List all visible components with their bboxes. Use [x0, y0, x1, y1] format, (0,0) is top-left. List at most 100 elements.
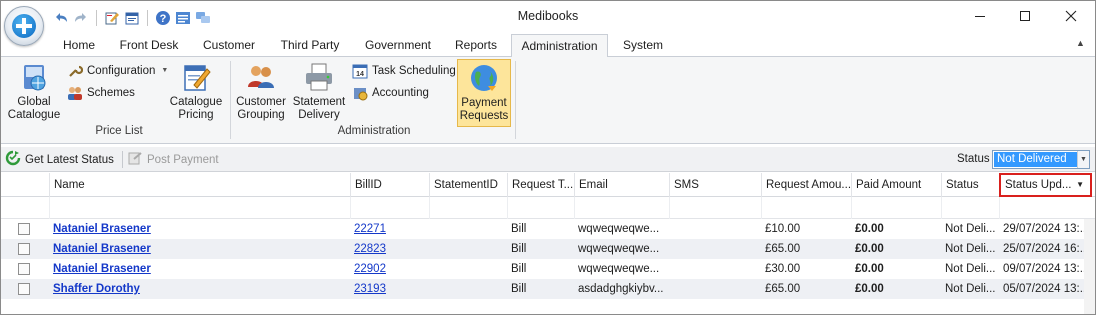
table-row[interactable]: Shaffer Dorothy 23193 Bill asdadghgkiybv… [1, 279, 1095, 299]
collapse-ribbon-icon[interactable]: ▲ [1076, 38, 1085, 48]
column-header-billid[interactable]: BillID [350, 173, 429, 197]
configuration-button[interactable]: Configuration ▼ [67, 62, 168, 80]
sort-dropdown-icon[interactable]: ▼ [1076, 175, 1084, 195]
global-catalogue-button[interactable]: Global Catalogue [5, 61, 63, 122]
payment-requests-button[interactable]: Payment Requests [457, 59, 511, 127]
global-catalogue-icon [18, 61, 50, 93]
customer-grouping-button[interactable]: Customer Grouping [234, 61, 288, 122]
task-scheduling-button[interactable]: 14 Task Scheduling [352, 62, 456, 80]
schemes-button[interactable]: Schemes [67, 84, 135, 102]
tab-customer[interactable]: Customer [196, 34, 262, 56]
post-payment-icon [127, 150, 143, 169]
email-cell: wqweqweqwe... [578, 243, 660, 255]
tab-administration[interactable]: Administration [511, 34, 608, 57]
row-checkbox[interactable] [18, 223, 30, 235]
column-header-email[interactable]: Email [574, 173, 669, 197]
filter-cell[interactable] [429, 197, 507, 219]
application-menu-button[interactable] [4, 6, 44, 46]
column-header-status-updated[interactable]: Status Upd... ▼ [999, 173, 1092, 197]
column-header-select[interactable] [1, 173, 49, 197]
column-header-request-type[interactable]: Request T... [507, 173, 574, 197]
filter-cell[interactable] [851, 197, 941, 219]
request-amount-cell: £65.00 [765, 243, 801, 255]
row-checkbox[interactable] [18, 263, 30, 275]
email-cell: asdadghgkiybv... [578, 283, 664, 295]
group-separator [515, 61, 516, 139]
configuration-label: Configuration [87, 65, 156, 77]
customer-name-link[interactable]: Nataniel Brasener [49, 259, 349, 279]
customer-name-link[interactable]: Nataniel Brasener [49, 239, 349, 259]
tab-government[interactable]: Government [358, 34, 438, 56]
filter-cell[interactable] [574, 197, 669, 219]
bill-id-link[interactable]: 22271 [350, 219, 428, 239]
grid-header: Name BillID StatementID Request T... Ema… [1, 173, 1095, 197]
request-amount-cell: £30.00 [765, 263, 801, 275]
request-type-cell: Bill [511, 283, 527, 295]
column-header-request-amount[interactable]: Request Amou... [761, 173, 851, 197]
tab-home[interactable]: Home [56, 34, 102, 56]
tab-system[interactable]: System [615, 34, 671, 56]
toolbar-separator [122, 151, 123, 168]
schemes-label: Schemes [87, 87, 135, 99]
column-header-statementid[interactable]: StatementID [429, 173, 507, 197]
get-latest-status-button[interactable]: Get Latest Status [5, 150, 114, 169]
statement-delivery-button[interactable]: Statement Delivery [291, 61, 347, 122]
refresh-icon [5, 150, 21, 169]
column-header-sms[interactable]: SMS [669, 173, 761, 197]
sms-cell [669, 279, 761, 299]
accounting-button[interactable]: Accounting [352, 84, 429, 102]
status-updated-label: Status Upd... [1005, 179, 1072, 191]
filter-cell[interactable] [999, 197, 1084, 219]
catalogue-pricing-icon [180, 61, 212, 93]
row-checkbox[interactable] [18, 283, 30, 295]
bill-id-link[interactable]: 22902 [350, 259, 428, 279]
paid-amount-cell: £0.00 [855, 283, 884, 295]
close-button[interactable] [1048, 1, 1094, 31]
post-payment-button[interactable]: Post Payment [127, 151, 219, 168]
row-checkbox[interactable] [18, 243, 30, 255]
administration-group-label: Administration [337, 125, 411, 137]
plus-icon [12, 14, 36, 38]
filter-cell[interactable] [350, 197, 429, 219]
column-header-name[interactable]: Name [49, 173, 350, 197]
printer-icon [303, 61, 335, 93]
status-updated-cell: 09/07/2024 13:... [1003, 263, 1084, 275]
request-amount-cell: £65.00 [765, 283, 801, 295]
statement-id-cell [429, 219, 507, 239]
filter-cell[interactable] [669, 197, 761, 219]
tab-third-party[interactable]: Third Party [272, 34, 348, 56]
table-row[interactable]: Nataniel Brasener 22271 Bill wqweqweqwe.… [1, 219, 1095, 239]
tab-reports[interactable]: Reports [447, 34, 505, 56]
catalogue-pricing-button[interactable]: Catalogue Pricing [167, 61, 225, 122]
filter-cell[interactable] [49, 197, 350, 219]
chevron-down-icon[interactable]: ▼ [1077, 151, 1089, 168]
minimize-button[interactable] [957, 1, 1003, 31]
customer-name-link[interactable]: Shaffer Dorothy [49, 279, 349, 299]
wrench-icon [67, 63, 84, 79]
column-header-paid-amount[interactable]: Paid Amount [851, 173, 941, 197]
title-bar: ? Medibooks [1, 1, 1095, 34]
bill-id-link[interactable]: 23193 [350, 279, 428, 299]
filter-cell[interactable] [941, 197, 999, 219]
vertical-scrollbar[interactable] [1084, 219, 1095, 314]
column-header-status[interactable]: Status [941, 173, 999, 197]
status-filter-dropdown[interactable]: Not Delivered ▼ [992, 150, 1090, 169]
request-amount-cell: £10.00 [765, 223, 801, 235]
filter-cell[interactable] [761, 197, 851, 219]
statement-id-cell [429, 259, 507, 279]
table-row[interactable]: Nataniel Brasener 22902 Bill wqweqweqwe.… [1, 259, 1095, 279]
bill-id-link[interactable]: 22823 [350, 239, 428, 259]
maximize-button[interactable] [1002, 1, 1048, 31]
status-cell: Not Deli... [945, 223, 996, 235]
table-row[interactable]: Nataniel Brasener 22823 Bill wqweqweqwe.… [1, 239, 1095, 259]
status-cell: Not Deli... [945, 243, 996, 255]
global-catalogue-label: Global Catalogue [7, 96, 61, 121]
get-latest-status-label: Get Latest Status [25, 153, 114, 166]
price-list-group-label: Price List [95, 125, 143, 137]
status-updated-cell: 25/07/2024 16:... [1003, 243, 1084, 255]
customer-name-link[interactable]: Nataniel Brasener [49, 219, 349, 239]
tab-front-desk[interactable]: Front Desk [112, 34, 186, 56]
filter-cell[interactable] [507, 197, 574, 219]
paid-amount-cell: £0.00 [855, 223, 884, 235]
request-type-cell: Bill [511, 223, 527, 235]
